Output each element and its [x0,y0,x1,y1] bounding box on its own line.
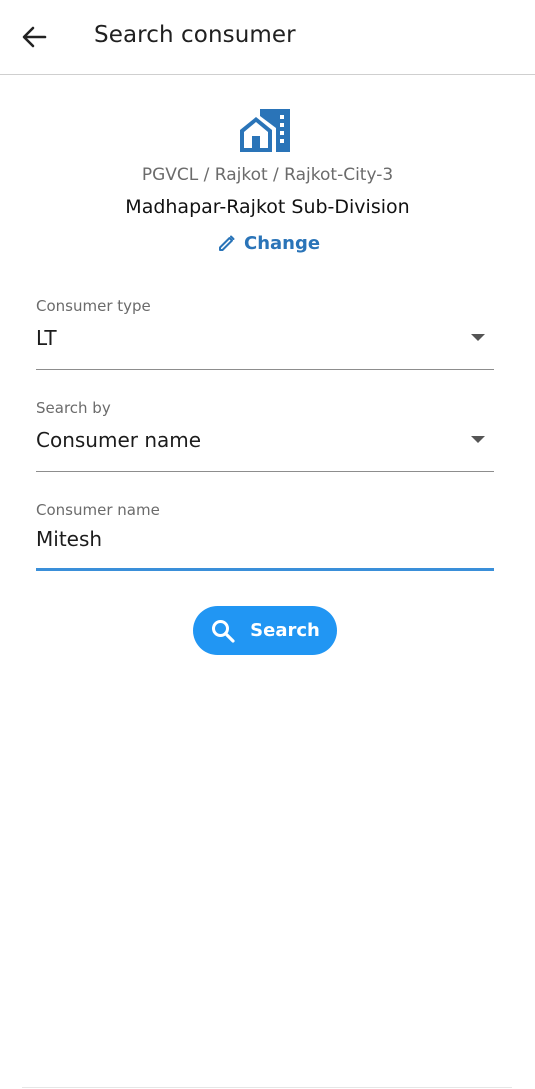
search-by-label: Search by [36,399,111,417]
magnifier-icon [212,619,235,643]
office-building-icon [240,109,290,152]
consumer-name-label: Consumer name [36,501,160,519]
consumer-type-underline [36,369,494,370]
app-bar: Search consumer [0,0,535,75]
consumer-name-field[interactable]: Consumer name Mitesh [36,501,494,573]
back-button[interactable] [12,17,56,57]
change-office-button[interactable]: Change [217,230,320,256]
search-by-select[interactable]: Search by Consumer name [36,399,494,474]
change-label: Change [244,232,321,254]
consumer-type-label: Consumer type [36,297,151,315]
consumer-type-value: LT [36,326,57,350]
search-button-label: Search [250,620,320,641]
search-by-underline [36,471,494,472]
arrow-left-icon [22,26,47,48]
office-breadcrumb: PGVCL / Rajkot / Rajkot-City-3 [141,165,394,185]
dropdown-arrow-icon [471,334,485,341]
page-title: Search consumer [94,22,296,48]
consumer-type-select[interactable]: Consumer type LT [36,297,494,372]
pencil-icon [219,235,235,251]
subdivision-name: Madhapar-Rajkot Sub-Division [125,196,410,218]
consumer-name-input[interactable]: Mitesh [36,527,102,551]
search-button[interactable]: Search [193,606,337,655]
search-by-value: Consumer name [36,428,202,452]
divider [22,1087,512,1088]
consumer-name-underline [36,568,494,571]
dropdown-arrow-icon [471,436,485,443]
